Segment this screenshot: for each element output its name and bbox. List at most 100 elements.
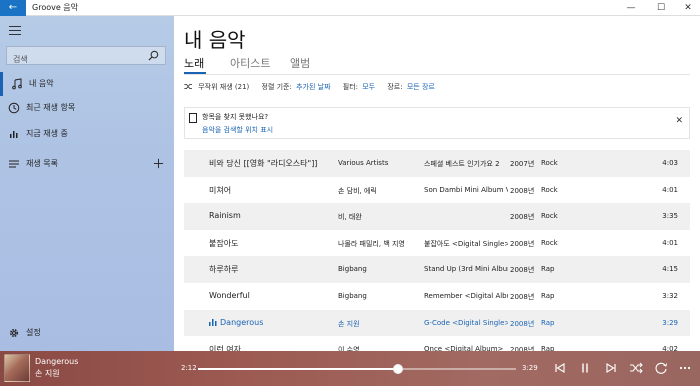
notice-title: 항목을 찾지 못했나요? [202,113,269,121]
song-title: 하루하루 [209,265,239,275]
playlist-icon [9,160,19,168]
shuffle-icon[interactable] [629,361,643,375]
song-title: 비와 당신 [[영화 "라디오스타"]] [209,159,318,168]
gear-icon [9,328,19,338]
song-year: 2008년 [510,186,535,195]
seek-slider[interactable] [198,364,516,374]
song-title: Wonderful [209,290,250,300]
filter-bar: 무작위 재생 (21) 정렬 기준: 추가된 날짜 필터: 모두 장르: 모든 … [184,82,445,92]
song-row[interactable]: Wonderful Bigbang Remember <Digital Album>… [184,283,690,310]
now-playing-artist[interactable]: 손 지원 [35,368,60,379]
album-art[interactable] [4,354,30,382]
song-genre: Rock [541,212,558,221]
song-title: Dangerous [220,317,264,327]
player-bar: Dangerous 손 지원 2:12 3:29 [0,351,700,386]
sidebar-item-settings[interactable]: 설정 [0,321,174,345]
song-genre: Rap [541,318,555,327]
song-album[interactable]: 붙잡아도 <Digital Single> [424,239,508,249]
seek-thumb[interactable] [393,364,404,374]
song-title: 붙잡아도 [209,238,239,248]
song-artist[interactable]: 손 지원 [338,319,418,329]
genre-label: 장르: [387,83,403,91]
pause-icon[interactable] [578,361,592,375]
song-title: 이런 여자 [209,345,241,351]
song-row[interactable]: 비와 당신 [[영화 "라디오스타"]] Various Artists 스페셜 베… [184,150,690,177]
now-playing-icon [209,318,217,326]
previous-icon[interactable] [553,361,567,375]
song-album[interactable]: Son Dambi Mini Album Vol. 1 [424,186,508,194]
song-artist[interactable]: 비, 태완 [338,212,418,222]
song-duration: 4:15 [662,265,678,274]
song-album[interactable]: G-Code <Digital Single> [424,319,508,327]
search-icon[interactable] [148,50,159,61]
hamburger-menu-icon[interactable] [9,26,21,35]
bar-chart-icon [10,131,18,138]
genre-dropdown[interactable]: 모든 장르 [407,83,435,91]
song-row[interactable]: Dangerous 손 지원 G-Code <Digital Single> 2008… [184,309,690,337]
sidebar-item-label: 재생 목록 [26,159,58,168]
song-artist[interactable]: Various Artists [338,159,418,167]
song-row[interactable]: 미쳐어 손 담비, 에릭 Son Dambi Mini Album Vol. 120… [184,177,690,204]
notice-banner: 항목을 찾지 못했나요? 음악을 검색할 위치 표시 ✕ [184,107,690,139]
minimize-button[interactable]: — [620,0,642,16]
song-year: 2008년 [510,266,535,275]
search-input[interactable] [7,51,137,68]
song-title: Rainism [209,211,241,221]
song-year: 2007년 [510,160,535,168]
sort-dropdown[interactable]: 추가된 날짜 [296,83,330,91]
song-duration: 3:35 [662,212,678,221]
sidebar-item-my-music[interactable]: 내 음악 [0,72,174,96]
sidebar-item-playlists[interactable]: 재생 목록 [0,152,174,176]
tab-albums[interactable]: 앨범 [290,55,310,71]
song-title: 미쳐어 [209,185,232,195]
now-playing-title[interactable]: Dangerous [35,357,78,366]
song-artist[interactable]: Bigbang [338,265,418,273]
add-playlist-icon[interactable] [153,158,164,169]
page-title: 내 음악 [184,28,246,52]
song-duration: 3:29 [662,318,678,327]
song-artist[interactable]: 손 담비, 에릭 [338,186,418,196]
sidebar-item-now-playing[interactable]: 지금 재생 중 [0,122,174,146]
song-row[interactable]: 붙잡아도 나몰라 패밀리, 백 지영 붙잡아도 <Digital Single> 20… [184,230,690,257]
close-button[interactable]: ✕ [677,0,699,16]
song-year: 2008년 [510,213,535,222]
total-time: 3:29 [522,364,538,372]
song-duration: 4:03 [662,159,678,167]
back-button[interactable]: ← [0,0,26,16]
sidebar-item-label: 지금 재생 중 [26,129,68,138]
song-year: 2008년 [510,292,535,301]
filter-dropdown[interactable]: 모두 [362,83,375,91]
song-album[interactable]: Stand Up (3rd Mini Album) [424,265,508,273]
song-genre: Rock [541,238,558,247]
document-icon [189,113,197,123]
sidebar-item-label: 최근 재생 항목 [26,103,76,112]
show-music-location-link[interactable]: 음악을 검색할 위치 표시 [202,125,273,135]
more-options-icon[interactable] [678,361,692,375]
next-icon[interactable] [604,361,618,375]
sidebar: 내 음악 최근 재생 항목 지금 재생 중 재생 목록 설정 [0,16,174,351]
song-list: 비와 당신 [[영화 "라디오스타"]] Various Artists 스페셜 베… [184,150,690,351]
shuffle-all-button[interactable]: 무작위 재생 (21) [198,83,249,91]
song-genre: Rap [541,291,555,300]
song-duration: 3:32 [662,291,678,300]
song-genre: Rock [541,159,558,167]
tab-songs[interactable]: 노래 [184,55,204,71]
song-artist[interactable]: Bigbang [338,292,418,300]
song-duration: 4:01 [662,185,678,194]
repeat-icon[interactable] [654,361,668,375]
maximize-button[interactable]: ☐ [650,0,672,16]
song-row[interactable]: 이런 여자 이 수영 Once <Digital Album> 2008년 Rap 4:0… [184,336,690,351]
sort-label: 정렬 기준: [261,83,292,91]
song-row[interactable]: Rainism 비, 태완 2008년 Rock 3:35 [184,203,690,230]
app-title: Groove 음악 [32,3,79,12]
song-album[interactable]: 스페셜 베스트 인기가요 2 [424,159,508,169]
song-year: 2008년 [510,319,535,328]
tab-artists[interactable]: 아티스트 [230,55,270,71]
song-album[interactable]: Remember <Digital Album> [424,292,508,300]
sidebar-item-recent[interactable]: 최근 재생 항목 [0,96,174,120]
song-artist[interactable]: 나몰라 패밀리, 백 지영 [338,239,418,249]
shuffle-icon[interactable] [184,83,193,90]
song-genre: Rap [541,265,555,274]
song-row[interactable]: 하루하루 Bigbang Stand Up (3rd Mini Album) 2008… [184,256,690,283]
notice-close-icon[interactable]: ✕ [675,116,683,126]
